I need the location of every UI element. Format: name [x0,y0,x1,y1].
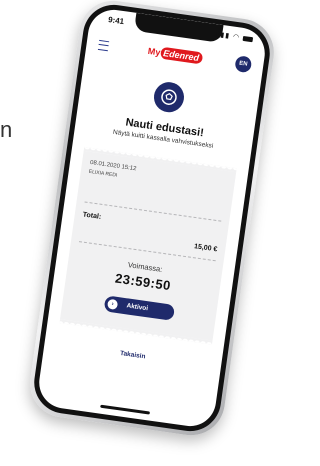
background-text-fragment: n [0,117,13,142]
app-logo: My Edenred [147,45,203,65]
scene: n 9:41 ▮▮▮ ◠ My Edenred EN Nauti edustas… [0,0,289,466]
back-link[interactable]: Takaisin [44,339,221,371]
battery-icon [242,35,254,42]
receipt-divider [84,201,222,222]
total-label: Total: [82,211,102,221]
status-time: 9:41 [107,15,125,27]
chevron-right-icon: › [106,298,119,311]
status-icons: ▮▮▮ ◠ [215,30,254,43]
language-button[interactable]: EN [234,55,253,74]
menu-icon[interactable] [97,39,110,52]
receipt-merchant: ELIXIA REDI [88,168,118,179]
activate-button[interactable]: › Aktivoi [103,295,176,321]
home-indicator [100,404,151,415]
total-value: 15,00 € [193,243,218,254]
soccer-ball-icon [152,80,186,115]
phone-screen: 9:41 ▮▮▮ ◠ MyEdenred EN Nauti edustasi! [35,6,269,430]
phone-mockup: 9:41 ▮▮▮ ◠ MyEdenred EN Nauti edustasi! [25,0,279,440]
receipt-card: 08.01.2020 15:12 ELIXIA REDI Total: 15,0… [59,146,237,345]
logo-name: Edenred [159,46,203,65]
activate-button-label: Aktivoi [126,302,149,313]
wifi-icon: ◠ [232,33,241,42]
logo-prefix: My [147,45,162,58]
